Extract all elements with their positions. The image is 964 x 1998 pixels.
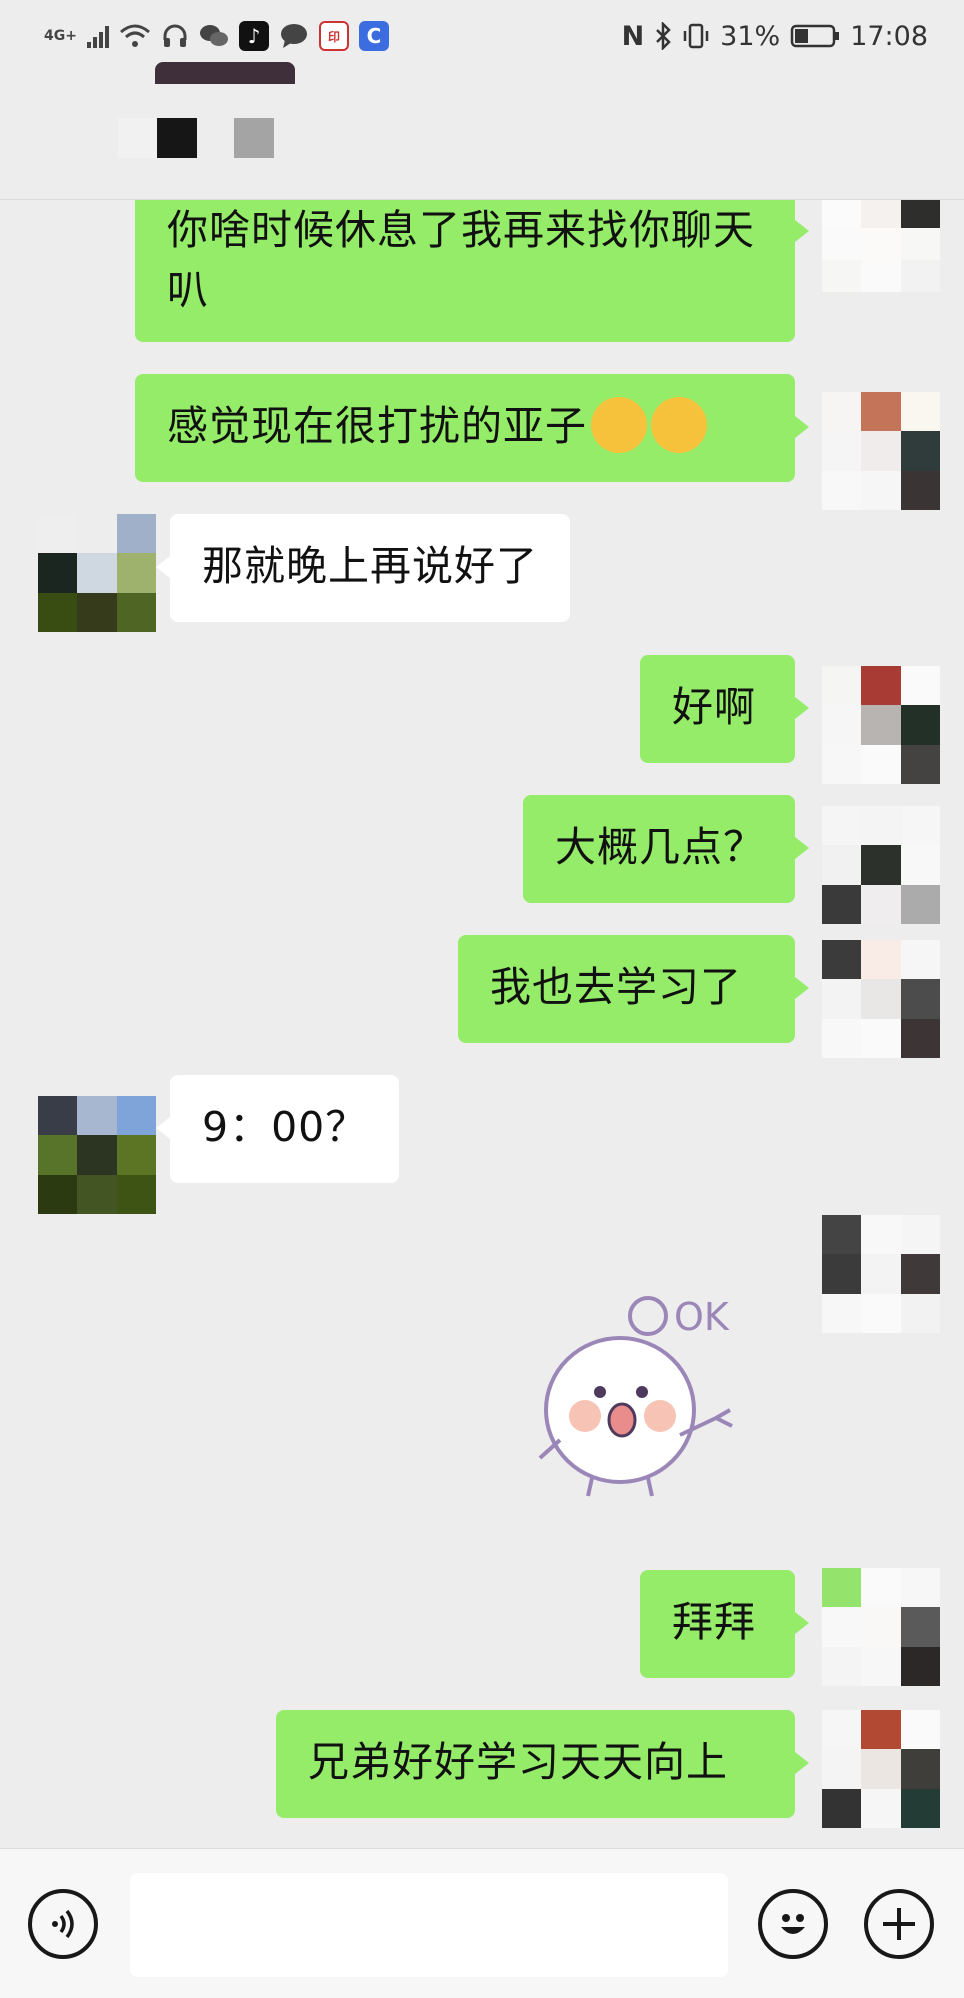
rolling-laughing-emoji bbox=[651, 397, 707, 453]
contact-name-redacted bbox=[157, 118, 197, 158]
message-bubble[interactable]: 好啊 bbox=[640, 655, 809, 763]
my-avatar[interactable] bbox=[822, 1568, 940, 1686]
vibrate-icon bbox=[683, 23, 709, 49]
status-bar: 4G+ ♪ 印 C N 31% 17:08 bbox=[0, 0, 964, 72]
message-bubble[interactable]: 感觉现在很打扰的亚子 bbox=[135, 374, 809, 482]
message-bubble[interactable]: 你啥时候休息了我再来找你聊天叭 bbox=[135, 200, 809, 342]
my-avatar[interactable] bbox=[822, 806, 940, 924]
wechat-icon bbox=[199, 25, 228, 46]
network-type: 4G+ bbox=[44, 28, 77, 44]
contact-name-redacted bbox=[234, 118, 274, 158]
contact-name-redacted bbox=[118, 118, 158, 158]
message-input[interactable] bbox=[130, 1873, 728, 1977]
signal-icon bbox=[86, 24, 109, 48]
seal-app-icon: 印 bbox=[318, 21, 349, 51]
ok-sticker[interactable]: OK bbox=[530, 1280, 750, 1500]
message-bubble[interactable]: 9：00？ bbox=[155, 1075, 400, 1183]
message-bubble[interactable]: 兄弟好好学习天天向上 bbox=[276, 1710, 809, 1818]
wifi-icon bbox=[119, 24, 150, 47]
battery-icon bbox=[790, 24, 840, 48]
contact-avatar[interactable] bbox=[38, 1096, 156, 1214]
chat-title-bar bbox=[0, 62, 964, 200]
my-avatar[interactable] bbox=[822, 392, 940, 510]
contact-name-redacted bbox=[155, 62, 295, 84]
my-avatar[interactable] bbox=[822, 200, 940, 292]
message-bubble[interactable]: 那就晚上再说好了 bbox=[156, 514, 570, 622]
my-avatar[interactable] bbox=[822, 940, 940, 1058]
headset-icon bbox=[163, 24, 187, 47]
rolling-laughing-emoji bbox=[591, 397, 647, 453]
tiktok-icon: ♪ bbox=[238, 21, 269, 51]
sticker-text: OK bbox=[674, 1295, 730, 1339]
message-bubble[interactable]: 大概几点？ bbox=[523, 795, 809, 903]
clock: 17:08 bbox=[850, 20, 928, 52]
message-icon bbox=[280, 24, 307, 48]
plus-icon[interactable] bbox=[864, 1889, 934, 1959]
bluetooth-icon bbox=[656, 22, 671, 50]
input-bar bbox=[0, 1848, 964, 1998]
my-avatar[interactable] bbox=[822, 666, 940, 784]
voice-icon[interactable] bbox=[28, 1889, 98, 1959]
emoji-icon[interactable] bbox=[758, 1889, 828, 1959]
my-avatar[interactable] bbox=[822, 1215, 940, 1333]
chat-area[interactable]: 你啥时候休息了我再来找你聊天叭 感觉现在很打扰的亚子 那就晚上再说好了 好啊 大… bbox=[0, 200, 964, 1848]
my-avatar[interactable] bbox=[822, 1710, 940, 1828]
contact-avatar[interactable] bbox=[38, 514, 156, 632]
nfc-icon: N bbox=[621, 20, 645, 52]
message-bubble[interactable]: 我也去学习了 bbox=[458, 935, 809, 1043]
message-bubble[interactable]: 拜拜 bbox=[640, 1570, 809, 1678]
c-app-icon: C bbox=[358, 21, 389, 51]
battery-percent: 31% bbox=[720, 20, 781, 52]
